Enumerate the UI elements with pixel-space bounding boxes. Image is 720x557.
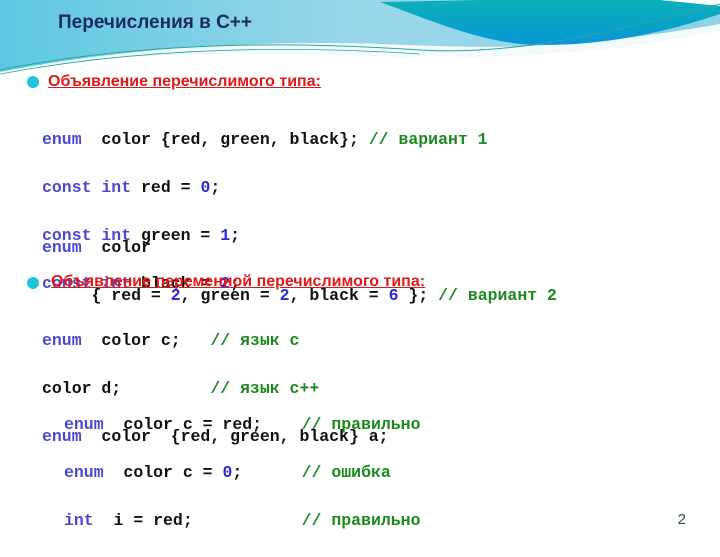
code-line: enum color — [42, 238, 151, 257]
code-line: enum color c = 0; // ошибка — [64, 463, 391, 482]
bullet-icon — [27, 277, 39, 289]
code-line: int i = red; // правильно — [64, 511, 421, 530]
page-number: 2 — [677, 511, 686, 528]
section-heading-enum-variable: Объявление переменной перечислимого типа… — [51, 273, 426, 290]
bullet-icon — [27, 76, 39, 88]
slide-title: Перечисления в С++ — [58, 12, 252, 33]
code-line: enum color c = red; // правильно — [64, 415, 421, 434]
code-line: enum color c; // язык с — [42, 331, 300, 350]
code-line: const int red = 0; — [42, 178, 221, 197]
code-line: enum color {red, green, black}; // вариа… — [42, 130, 488, 149]
section-heading-enum-type: Объявление перечислимого типа: — [48, 73, 321, 90]
code-block-examples: enum color c = red; // правильно enum co… — [64, 389, 420, 557]
